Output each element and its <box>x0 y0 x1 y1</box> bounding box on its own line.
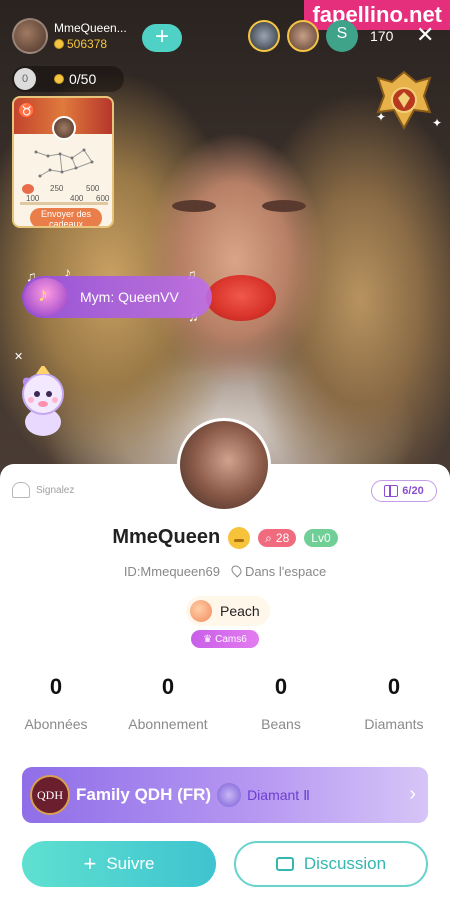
stat-label: Abonnement <box>128 716 208 732</box>
scale-label: 600 <box>96 194 110 203</box>
video-feature <box>262 200 306 212</box>
chat-button[interactable]: Discussion <box>234 841 428 887</box>
close-icon[interactable]: ✕ <box>416 24 434 46</box>
wallet-chip[interactable]: 0 0/50 <box>12 66 124 92</box>
family-logo: QDH <box>30 775 70 815</box>
wallet-progress-text: 0/50 <box>69 71 97 87</box>
heart-icon <box>22 184 34 194</box>
family-name: Family QDH (FR) <box>76 785 212 804</box>
diamond-crest-icon <box>217 783 242 807</box>
stat-value: 0 <box>387 674 401 699</box>
constellation-icon <box>34 148 94 178</box>
cams-label: Cams6 <box>215 633 247 645</box>
family-tier: Diamant Ⅱ <box>247 786 310 803</box>
follow-button[interactable]: + Suivre <box>22 841 216 887</box>
stat-label: Diamants <box>364 716 424 732</box>
gift-icon <box>384 485 399 497</box>
entry-banner-text: Mym: QueenVV <box>80 289 179 305</box>
crown-icon: ♛ <box>203 633 213 645</box>
viewer-avatar[interactable] <box>287 20 319 52</box>
zero-dot: 0 <box>14 68 36 90</box>
peach-icon <box>190 600 212 622</box>
search-icon: ⌕ <box>265 530 272 545</box>
tag-label: Peach <box>220 603 260 619</box>
zodiac-gift-card[interactable]: ♉ 250 500 100 400 600 Envoyer des cadeau… <box>12 96 114 228</box>
chat-label: Discussion <box>303 854 387 873</box>
location-pin-icon <box>229 563 244 578</box>
stat-diamonds[interactable]: 0 Diamants <box>338 672 450 732</box>
scale-label: 250 <box>50 184 64 193</box>
send-gifts-button[interactable]: Envoyer des cadeaux <box>30 208 102 226</box>
stat-value: 0 <box>161 674 175 699</box>
stat-label: Abonnées <box>24 716 88 732</box>
scale-label: 500 <box>86 184 100 193</box>
gift-count-badge[interactable]: 6/20 <box>371 480 437 502</box>
alarm-icon <box>12 482 30 498</box>
viewer-avatar[interactable] <box>248 20 280 52</box>
profile-name-row: MmeQueen ⌕ 28 Lv0 <box>0 526 450 549</box>
profile-avatar[interactable] <box>177 418 271 512</box>
stat-label: Beans <box>261 716 301 732</box>
video-feature <box>206 275 276 321</box>
profile-name: MmeQueen <box>112 526 221 548</box>
family-banner[interactable]: QDH Family QDH (FR) Diamant Ⅱ › <box>22 767 428 823</box>
location-text: Dans l'espace <box>244 564 327 579</box>
host-avatar[interactable] <box>12 18 48 54</box>
viewer-avatar[interactable]: S <box>326 20 358 52</box>
entry-banner[interactable]: Mym: QueenVV <box>22 276 212 318</box>
chat-icon <box>275 853 294 871</box>
follow-label: Suivre <box>106 854 155 873</box>
cams-badge: ♛ Cams6 <box>191 630 259 648</box>
scale-label: 400 <box>70 194 84 203</box>
unicorn-mascot-icon[interactable] <box>16 366 70 438</box>
viewer-count[interactable]: 170 <box>370 28 393 44</box>
tag-pill[interactable]: Peach <box>186 596 270 626</box>
sparkle-icon: ✦ <box>432 116 443 130</box>
shush-emoji-icon <box>228 526 251 549</box>
host-coins: 506378 <box>54 37 127 51</box>
coin-icon <box>54 39 64 49</box>
wallet-progress: 0/50 <box>54 71 96 87</box>
plus-icon: + <box>83 851 97 876</box>
profile-location: Dans l'espace <box>229 563 327 579</box>
stat-beans[interactable]: 0 Beans <box>225 672 337 732</box>
host-chip[interactable]: MmeQueen... 506378 <box>12 16 136 56</box>
search-badge: ⌕ 28 <box>258 528 297 547</box>
report-label: Signalez <box>36 484 75 496</box>
coin-icon <box>54 74 64 84</box>
sparkle-icon: ✦ <box>376 110 387 124</box>
report-button[interactable]: Signalez <box>12 482 74 498</box>
taurus-icon: ♉ <box>18 102 36 118</box>
host-coins-value: 506378 <box>67 37 108 51</box>
stat-value: 0 <box>49 674 63 699</box>
gift-card-header: ♉ <box>14 98 112 140</box>
gift-card-avatar <box>52 116 76 140</box>
profile-id-row: ID:Mmequeen69 Dans l'espace <box>0 563 450 579</box>
gift-count-value: 6/20 <box>402 485 424 497</box>
host-name: MmeQueen... <box>54 21 127 35</box>
close-icon[interactable]: ✕ <box>14 350 23 363</box>
stat-following[interactable]: 0 Abonnement <box>112 672 224 732</box>
stat-followers[interactable]: 0 Abonnées <box>0 672 112 732</box>
level-badge: Lv0 <box>304 528 338 547</box>
music-icon <box>24 278 68 316</box>
scale-label: 100 <box>26 194 40 203</box>
chevron-right-icon: › <box>409 783 416 805</box>
search-count: 28 <box>275 530 290 545</box>
video-feature <box>172 200 216 212</box>
follow-host-button[interactable]: + <box>142 24 182 52</box>
profile-id: ID:Mmequeen69 <box>123 564 220 579</box>
stat-value: 0 <box>274 674 288 699</box>
